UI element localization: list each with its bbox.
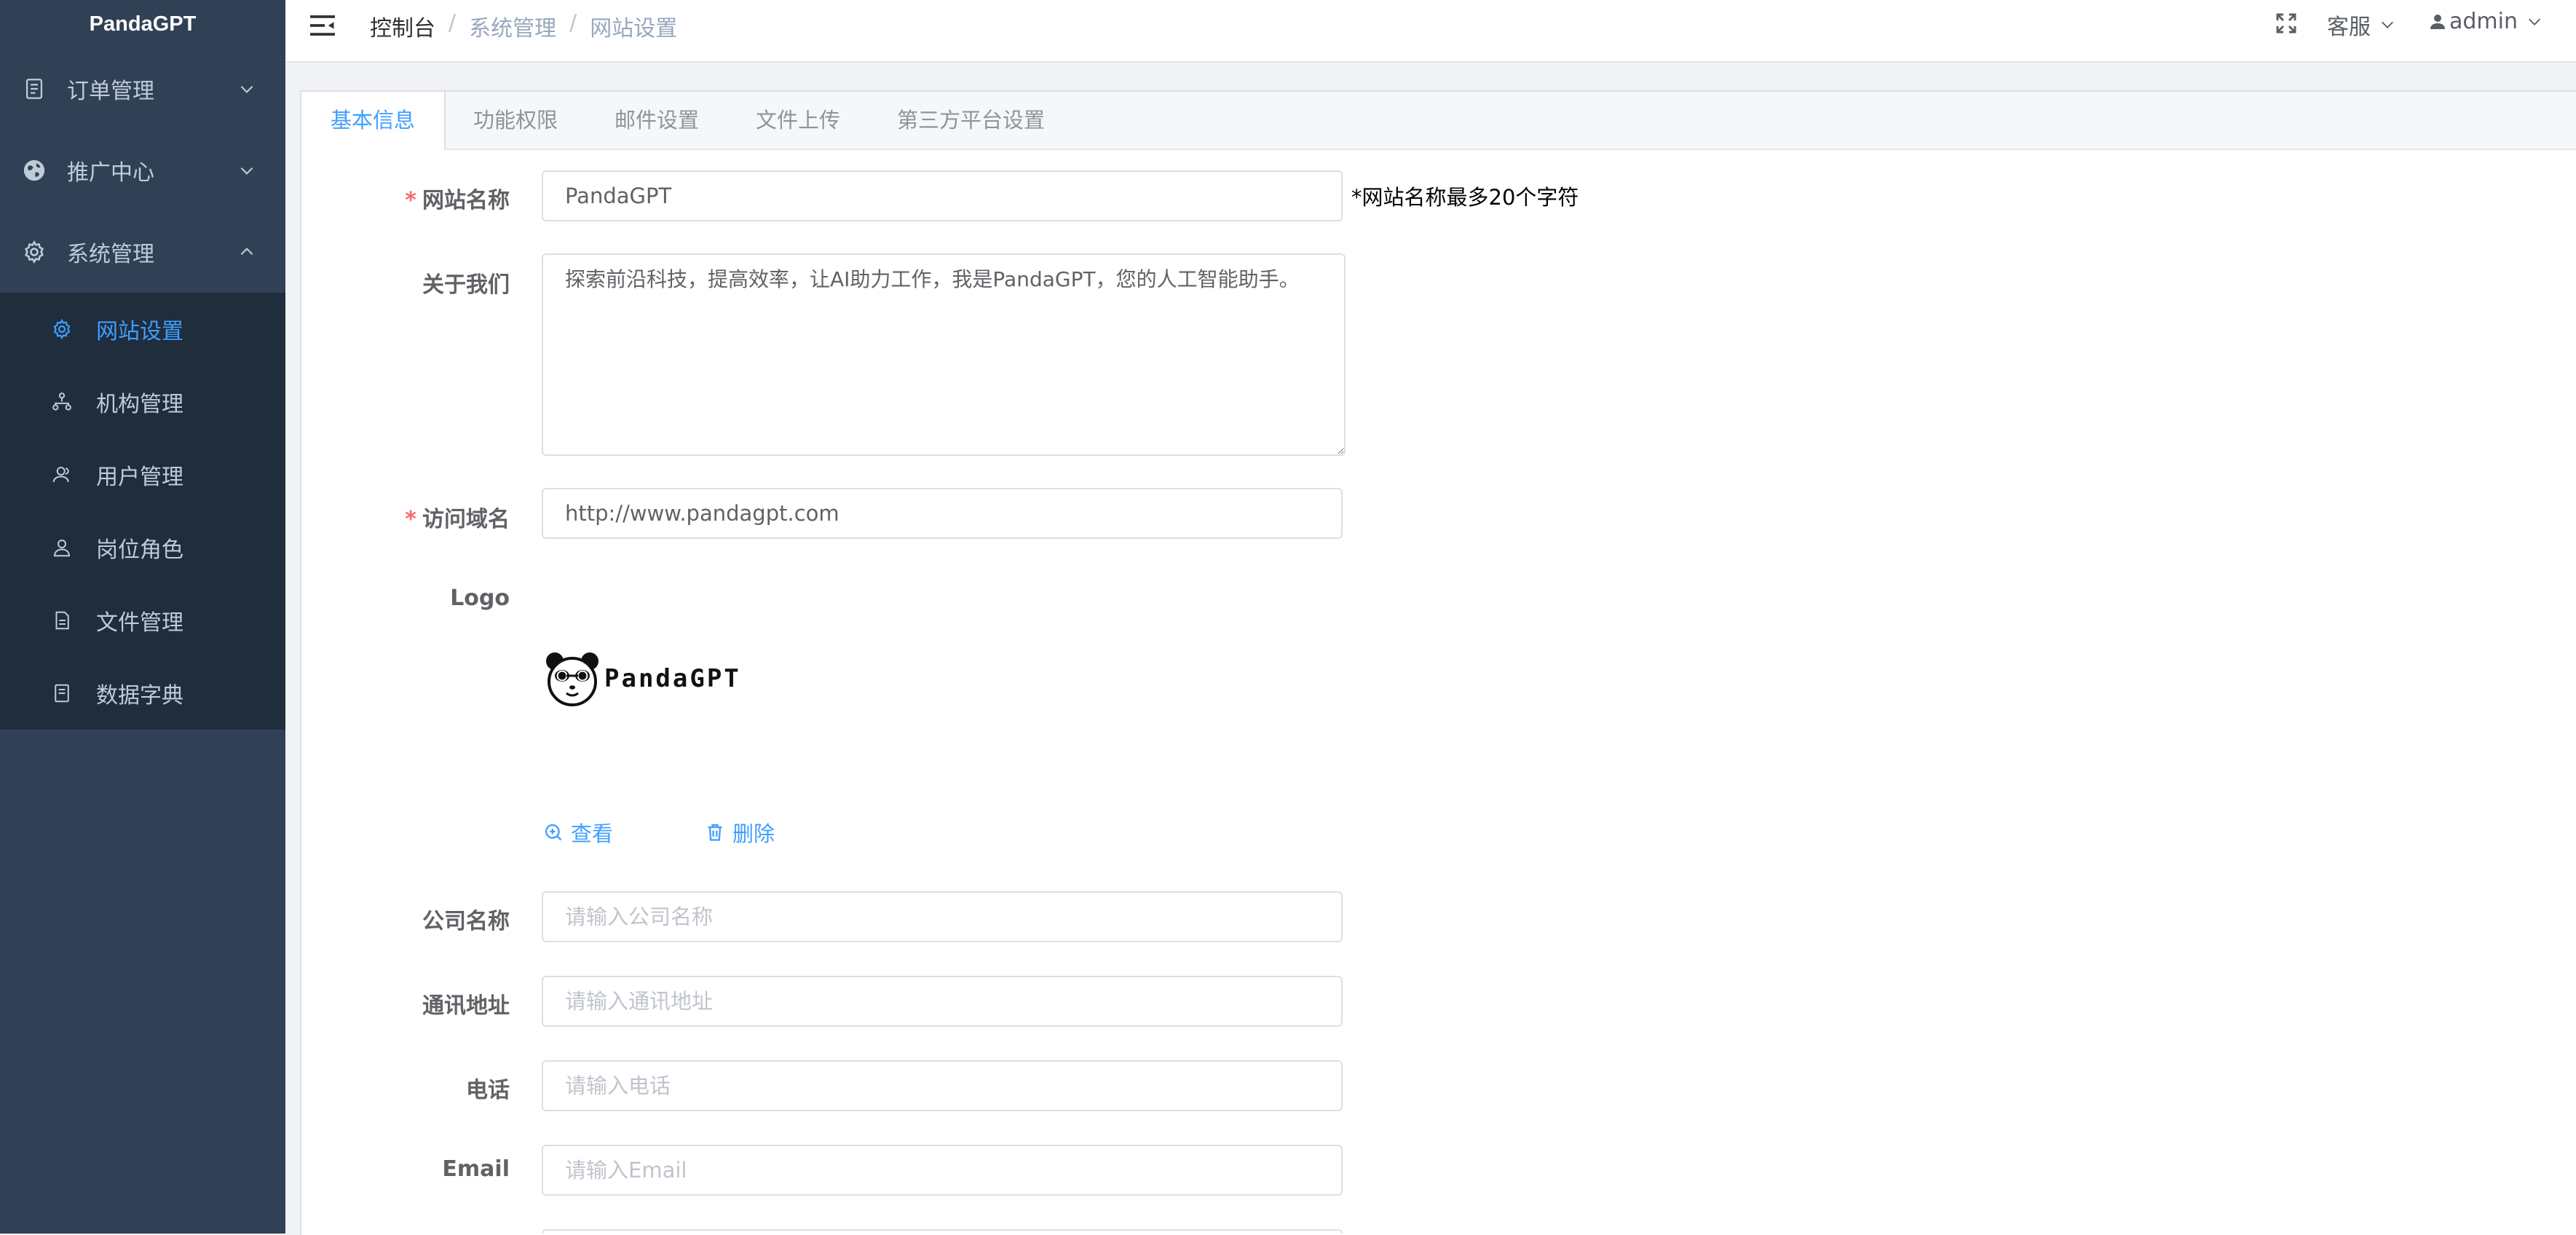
next-field-partial: [542, 1229, 1343, 1234]
required-asterisk: *: [405, 188, 416, 213]
submenu-label: 网站设置: [96, 319, 183, 344]
phone-label: 电话: [466, 1078, 510, 1103]
submenu-label: 文件管理: [96, 610, 183, 636]
domain-input[interactable]: [542, 488, 1343, 539]
required-asterisk: *: [405, 507, 416, 532]
menu-label: 推广中心: [67, 160, 154, 186]
company-name-input[interactable]: [542, 891, 1343, 942]
delete-label: 删除: [732, 821, 775, 846]
chevron-up-icon: [237, 242, 256, 261]
company-name-label: 公司名称: [422, 909, 510, 934]
menu-label: 订单管理: [67, 79, 154, 104]
top-header: 控制台 / 系统管理 / 网站设置 客服 admin: [285, 0, 2576, 63]
system-submenu: 网站设置 机构管理 用户管理 岗位角色 文件管理 数据字典: [0, 293, 285, 730]
about-us-label: 关于我们: [422, 272, 510, 298]
gear-icon: [51, 318, 73, 340]
menu-fold-icon[interactable]: [309, 13, 336, 38]
dictionary-icon: [51, 682, 73, 704]
chevron-down-icon: [237, 161, 256, 180]
submenu-label: 用户管理: [96, 465, 183, 490]
address-input[interactable]: [542, 976, 1343, 1027]
tab-file-upload[interactable]: 文件上传: [727, 92, 869, 149]
site-logo-image: PandaGPT: [543, 650, 751, 708]
logo-text: PandaGPT: [604, 664, 741, 693]
username-label: admin: [2449, 9, 2518, 34]
user-dropdown[interactable]: admin: [2429, 9, 2543, 34]
email-label: Email: [442, 1156, 510, 1182]
tab-mail-settings[interactable]: 邮件设置: [585, 92, 728, 149]
menu-order-management[interactable]: 订单管理: [0, 48, 285, 130]
view-logo-button[interactable]: 查看: [543, 817, 613, 848]
breadcrumb-item-dashboard[interactable]: 控制台: [370, 10, 435, 42]
file-icon: [51, 609, 73, 631]
sidebar-item-site-settings[interactable]: 网站设置: [0, 293, 285, 366]
about-us-textarea[interactable]: 探索前沿科技，提高效率，让AI助力工作，我是PandaGPT，您的人工智能助手。: [542, 253, 1346, 456]
sidebar-item-post-roles[interactable]: 岗位角色: [0, 511, 285, 584]
submenu-label: 岗位角色: [96, 537, 183, 563]
breadcrumb-separator: /: [569, 10, 577, 36]
menu-promotion-center[interactable]: 推广中心: [0, 130, 285, 211]
sidebar-item-org-management[interactable]: 机构管理: [0, 366, 285, 438]
breadcrumb-item-site-settings: 网站设置: [590, 16, 678, 42]
sidebar-item-data-dictionary[interactable]: 数据字典: [0, 657, 285, 730]
breadcrumb-item-system: 系统管理: [469, 16, 557, 42]
zoom-in-icon: [545, 824, 562, 841]
breadcrumb-separator: /: [449, 10, 457, 36]
menu-system-management[interactable]: 系统管理: [0, 211, 285, 293]
site-name-input[interactable]: [542, 170, 1343, 221]
delete-logo-button[interactable]: 删除: [705, 817, 775, 848]
trash-icon: [708, 824, 722, 841]
user-icon: [2429, 13, 2446, 31]
site-name-label: * 网站名称: [405, 188, 510, 213]
org-tree-icon: [51, 391, 73, 413]
phone-input[interactable]: [542, 1060, 1343, 1111]
customer-service-dropdown[interactable]: 客服: [2327, 9, 2395, 41]
view-label: 查看: [571, 821, 614, 846]
gear-icon: [22, 240, 47, 264]
document-icon: [22, 76, 47, 101]
chevron-down-icon: [2379, 17, 2395, 33]
tab-permissions[interactable]: 功能权限: [444, 92, 587, 149]
user-group-icon: [51, 464, 73, 486]
fullscreen-icon[interactable]: [2275, 12, 2298, 35]
submenu-label: 机构管理: [96, 392, 183, 417]
sidebar-item-file-management[interactable]: 文件管理: [0, 584, 285, 657]
menu-label: 系统管理: [67, 242, 154, 267]
sidebar-item-user-management[interactable]: 用户管理: [0, 438, 285, 511]
logo-label: Logo: [450, 585, 510, 611]
tab-third-party[interactable]: 第三方平台设置: [868, 92, 1074, 149]
address-label: 通讯地址: [422, 993, 510, 1019]
domain-label: * 访问域名: [405, 507, 510, 532]
submenu-label: 数据字典: [96, 683, 183, 709]
tab-bar: 基本信息 功能权限 邮件设置 文件上传 第三方平台设置: [301, 92, 2576, 150]
customer-service-label: 客服: [2327, 15, 2371, 40]
chevron-down-icon: [237, 79, 256, 98]
panda-logo-icon: [546, 652, 598, 706]
site-name-hint: *网站名称最多20个字符: [1351, 185, 1579, 210]
brand-title: PandaGPT: [89, 12, 197, 36]
globe-icon: [22, 158, 47, 183]
chevron-down-icon: [2526, 14, 2543, 30]
sidebar: PandaGPT 订单管理 推广中心 系统管理 网站设置 机构管理 用户管理 岗…: [0, 0, 285, 1234]
person-icon: [51, 537, 73, 559]
email-input[interactable]: [542, 1145, 1343, 1196]
breadcrumb: 控制台 / 系统管理 / 网站设置: [370, 10, 677, 42]
tab-basic-info[interactable]: 基本信息: [301, 92, 446, 150]
